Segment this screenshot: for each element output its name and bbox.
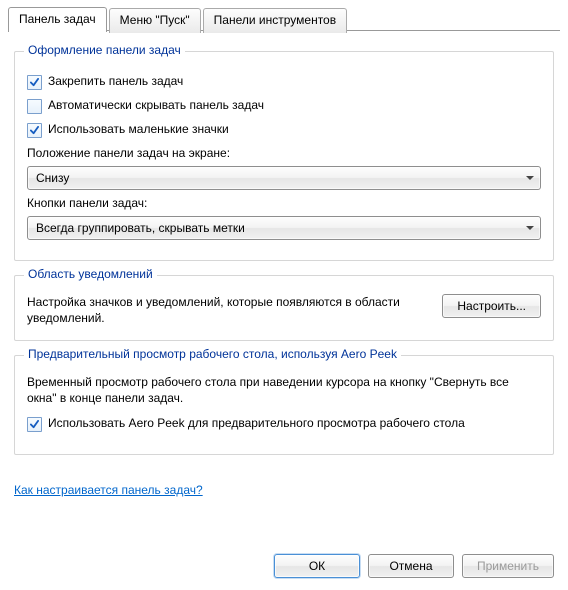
chevron-down-icon [526, 176, 534, 180]
checkbox-label: Закрепить панель задач [48, 74, 183, 89]
checkbox-label: Использовать Aero Peek для предварительн… [48, 416, 465, 431]
apply-button[interactable]: Применить [462, 554, 554, 578]
tab-content-taskbar: Оформление панели задач Закрепить панель… [0, 31, 568, 479]
checkbox-lock-taskbar[interactable] [27, 75, 42, 90]
tab-toolbars[interactable]: Панели инструментов [203, 8, 347, 33]
dropdown-value: Всегда группировать, скрывать метки [36, 221, 245, 235]
button-label: Отмена [389, 559, 432, 573]
dialog-button-row: ОК Отмена Применить [274, 554, 554, 578]
taskbar-properties-window: Панель задач Меню "Пуск" Панели инструме… [0, 0, 568, 590]
ok-button[interactable]: ОК [274, 554, 360, 578]
button-label: ОК [309, 559, 325, 573]
checkbox-use-aero-peek[interactable] [27, 417, 42, 432]
tab-start-menu[interactable]: Меню "Пуск" [109, 8, 201, 33]
customize-button[interactable]: Настроить... [442, 294, 541, 318]
button-label: Применить [477, 559, 539, 573]
dropdown-taskbar-buttons[interactable]: Всегда группировать, скрывать метки [27, 216, 541, 240]
label-taskbar-buttons: Кнопки панели задач: [27, 196, 541, 210]
group-title: Предварительный просмотр рабочего стола,… [24, 347, 401, 361]
button-label: Настроить... [457, 299, 526, 313]
help-link[interactable]: Как настраивается панель задач? [14, 483, 203, 497]
aero-peek-description: Временный просмотр рабочего стола при на… [27, 374, 541, 406]
tabstrip: Панель задач Меню "Пуск" Панели инструме… [0, 0, 568, 31]
tab-taskbar[interactable]: Панель задач [8, 7, 107, 32]
checkbox-label: Автоматически скрывать панель задач [48, 98, 264, 113]
group-title: Оформление панели задач [24, 43, 185, 57]
notification-description: Настройка значков и уведомлений, которые… [27, 294, 430, 326]
cancel-button[interactable]: Отмена [368, 554, 454, 578]
checkbox-small-icons[interactable] [27, 123, 42, 138]
dropdown-taskbar-position[interactable]: Снизу [27, 166, 541, 190]
group-title: Область уведомлений [24, 267, 157, 281]
checkbox-label: Использовать маленькие значки [48, 122, 229, 137]
tab-label: Панели инструментов [214, 13, 336, 27]
tab-label: Панель задач [19, 12, 96, 26]
checkbox-auto-hide[interactable] [27, 99, 42, 114]
group-appearance: Оформление панели задач Закрепить панель… [14, 51, 554, 261]
chevron-down-icon [526, 226, 534, 230]
group-notification-area: Область уведомлений Настройка значков и … [14, 275, 554, 341]
tab-label: Меню "Пуск" [120, 13, 190, 27]
dropdown-value: Снизу [36, 171, 69, 185]
group-aero-peek: Предварительный просмотр рабочего стола,… [14, 355, 554, 455]
label-taskbar-position: Положение панели задач на экране: [27, 146, 541, 160]
link-text: Как настраивается панель задач? [14, 483, 203, 497]
